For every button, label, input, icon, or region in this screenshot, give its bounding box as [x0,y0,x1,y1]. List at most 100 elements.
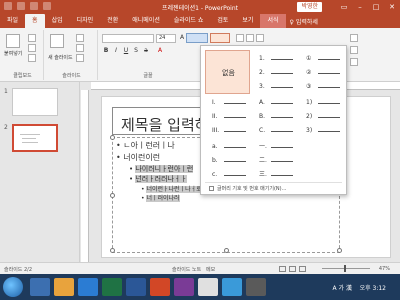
font-group: 24 A a B I U S a A 글꼴 [100,30,196,80]
bold-icon[interactable]: B [102,47,110,55]
tell-me-search[interactable]: ♀ 입력하세 [290,17,318,26]
powerpoint-icon[interactable] [150,278,170,296]
app-icon[interactable] [246,278,266,296]
tab-transitions[interactable]: 전환 [100,14,125,28]
slide-thumbnail-1[interactable] [12,88,58,116]
copy-icon[interactable] [28,44,36,52]
tab-format[interactable]: 서식 [260,14,286,28]
title-bar: 프레젠테이션1 - PowerPoint 박영한 ▭ – □ ✕ [0,0,400,14]
numbering-option-123[interactable]: 1. 2. 3. [252,50,297,94]
user-account[interactable]: 박영한 [297,2,322,12]
outlook-icon[interactable] [126,278,146,296]
clipboard-group: 붙여넣기 클립보드 [2,30,44,80]
bullets-numbering-dialog-link[interactable]: 글머리 기호 및 번호 매기기(N)... [209,185,286,192]
tab-slideshow[interactable]: 슬라이드 쇼 [167,14,211,28]
font-color-icon[interactable]: A [156,47,164,55]
paste-icon[interactable] [6,34,20,48]
status-bar: 슬라이드 2/2 슬라이드 노트 메모 47% [0,262,400,274]
numbering-option-paren[interactable]: 1) 2) 3) [299,94,344,138]
find-icon[interactable] [350,34,358,42]
grow-font-icon[interactable]: A [178,34,186,42]
numbering-option-hanja[interactable]: 一. 二. 三. [252,138,297,182]
number-mark: 三. [259,171,267,178]
resize-handle[interactable] [110,135,115,140]
bullets-numbering-label: 글머리 기호 및 번호 매기기(N)... [217,186,287,192]
number-mark: 1. [259,55,265,62]
tab-file[interactable]: 파일 [0,14,25,28]
number-mark: ② [306,69,312,76]
minimize-icon[interactable]: – [352,0,368,14]
vertical-ruler [81,90,89,262]
tab-insert[interactable]: 삽입 [45,14,70,28]
comments-button[interactable]: 메모 [206,266,215,273]
number-mark: c. [212,171,218,178]
layout-icon[interactable] [76,34,84,42]
number-mark: I. [212,99,216,106]
increase-indent-icon[interactable] [246,34,254,42]
replace-icon[interactable] [350,46,358,54]
numbering-option-none[interactable]: 없음 [205,50,250,94]
italic-icon[interactable]: I [112,47,120,55]
format-painter-icon[interactable] [28,54,36,62]
thumbnail-number: 1 [4,88,8,95]
start-button[interactable] [3,277,23,297]
bullet-line: • ㄴ아ㅣ런러ㅣ나 [116,141,175,150]
maximize-icon[interactable]: □ [368,0,384,14]
folder-icon[interactable] [54,278,74,296]
shadow-icon[interactable]: S [132,47,140,55]
cut-icon[interactable] [28,34,36,42]
notes-button[interactable]: 슬라이드 노트 [172,266,201,273]
system-clock[interactable]: 오후 3:12 [360,283,386,292]
font-size-box[interactable]: 24 [156,34,176,43]
close-icon[interactable]: ✕ [384,0,400,14]
section-icon[interactable] [76,54,84,62]
numbering-option-upper-alpha[interactable]: A. B. C. [252,94,297,138]
explorer-icon[interactable] [30,278,50,296]
resize-handle[interactable] [337,248,342,253]
onenote-icon[interactable] [174,278,194,296]
resize-handle[interactable] [110,248,115,253]
taskbar: A 가 漢 오후 3:12 [0,274,400,300]
strikethrough-icon[interactable]: a [142,47,150,55]
new-slide-icon[interactable] [50,34,64,48]
bullet-text: 너이런ㅏ나런ㅣ나ㅓ로 [146,186,202,193]
word-icon[interactable] [78,278,98,296]
new-slide-label: 새 슬라이드 [48,55,73,61]
font-name-box[interactable] [102,34,154,43]
slide-thumbnail-2[interactable] [12,124,58,152]
zoom-slider-thumb[interactable] [344,265,346,272]
zoom-slider[interactable] [322,265,370,272]
number-mark: 一. [259,143,267,150]
tab-home[interactable]: 홈 [25,14,45,28]
resize-handle[interactable] [224,248,229,253]
select-icon[interactable] [350,58,358,66]
underline-icon[interactable]: U [122,47,130,55]
tab-design[interactable]: 디자인 [70,14,101,28]
bullets-button[interactable] [186,33,208,43]
resize-handle[interactable] [110,193,115,198]
numbering-option-circled[interactable]: ① ② ③ [299,50,344,94]
normal-view-icon[interactable] [279,266,286,272]
input-method-indicator[interactable]: A 가 漢 [333,283,352,292]
reading-view-icon[interactable] [299,266,306,272]
paint-icon[interactable] [198,278,218,296]
paste-label: 붙여넣기 [4,51,23,57]
reset-icon[interactable] [76,44,84,52]
browser-icon[interactable] [222,278,242,296]
numbering-option-roman[interactable]: I. II. III. [205,94,250,138]
numbering-button[interactable] [210,33,230,43]
bullet-line: • 넌러ㅏ러러나ㅓㅏ [129,175,187,183]
bullet-text: 넌러ㅏ러러나ㅓㅏ [135,175,187,183]
excel-icon[interactable] [102,278,122,296]
decrease-indent-icon[interactable] [236,34,244,42]
zoom-level[interactable]: 47% [379,266,390,272]
line-spacing-icon[interactable] [256,34,264,42]
tab-view[interactable]: 보기 [235,14,260,28]
slide-sorter-icon[interactable] [289,266,296,272]
tab-animations[interactable]: 애니메이션 [125,14,167,28]
number-mark: 2. [259,69,265,76]
numbering-option-lower-alpha[interactable]: a. b. c. [205,138,250,182]
list-settings-icon [209,186,214,191]
tab-review[interactable]: 검토 [210,14,235,28]
ribbon-options-icon[interactable]: ▭ [336,0,352,14]
